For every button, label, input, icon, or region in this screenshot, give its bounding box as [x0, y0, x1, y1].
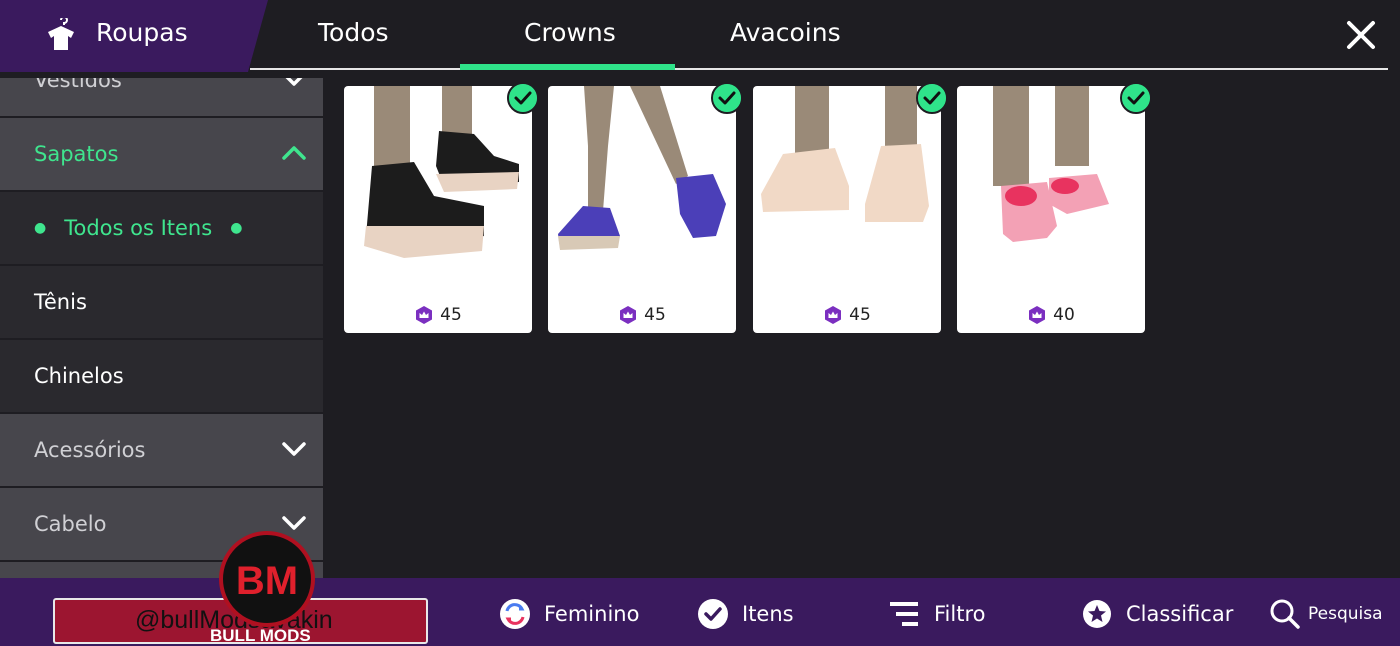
sidebar-item-vestidos[interactable]: Vestidos — [0, 78, 323, 116]
items-label: Itens — [742, 602, 794, 626]
filter-button[interactable]: Filtro — [888, 597, 985, 631]
price-value: 45 — [644, 305, 666, 325]
page-title: Roupas — [96, 18, 188, 47]
owned-check-icon — [1120, 82, 1152, 114]
bull-mods-logo: BM — [219, 531, 315, 627]
sort-label: Classificar — [1126, 602, 1234, 626]
item-card[interactable]: 40 — [957, 86, 1145, 333]
black-white-sneakers-image — [364, 86, 519, 258]
category-sidebar: Vestidos Sapatos ● Todos os Itens ● Têni… — [0, 78, 323, 578]
purple-sneakers-image — [558, 86, 726, 250]
sidebar-subitem-todos-os-itens[interactable]: ● Todos os Itens ● — [0, 192, 323, 264]
shirt-hanger-icon — [48, 18, 74, 50]
bullet-icon: ● — [230, 220, 243, 236]
close-icon[interactable] — [1344, 18, 1378, 52]
sidebar-item-label: Vestidos — [34, 78, 122, 92]
search-button[interactable]: Pesquisa — [1268, 597, 1383, 631]
pink-fur-slides-image — [993, 86, 1109, 242]
sidebar-item-label: Cabelo — [34, 512, 107, 536]
filter-label: Filtro — [934, 602, 986, 626]
tab-todos[interactable]: Todos — [318, 18, 389, 47]
item-card[interactable]: 45 — [753, 86, 941, 333]
crown-currency-icon — [825, 306, 842, 324]
owned-check-icon — [916, 82, 948, 114]
owned-check-icon — [711, 82, 743, 114]
sidebar-item-label: Todos os Itens — [64, 216, 213, 240]
price-value: 40 — [1053, 305, 1075, 325]
item-card[interactable]: 45 — [344, 86, 532, 333]
logo-subtitle: BULL MODS — [210, 626, 311, 645]
bullet-icon: ● — [34, 220, 47, 236]
sort-button[interactable]: Classificar — [1080, 597, 1233, 631]
tab-avacoins[interactable]: Avacoins — [730, 18, 841, 47]
item-price: 45 — [753, 305, 941, 325]
category-brand: Roupas — [0, 0, 268, 72]
swap-gender-icon — [500, 599, 530, 629]
item-card[interactable]: 45 — [548, 86, 736, 333]
crown-currency-icon — [620, 306, 637, 324]
search-label: Pesquisa — [1308, 604, 1383, 624]
price-value: 45 — [849, 305, 871, 325]
gender-label: Feminino — [544, 602, 640, 626]
sort-star-icon — [1083, 600, 1111, 628]
sidebar-item-label: Chinelos — [34, 364, 124, 388]
tab-divider — [250, 68, 1388, 70]
items-button[interactable]: Itens — [696, 597, 794, 631]
sidebar-item-label: Sapatos — [34, 142, 119, 166]
sidebar-subitem-tenis[interactable]: Tênis — [0, 266, 323, 338]
check-circle-icon — [698, 599, 728, 629]
crown-currency-icon — [416, 306, 433, 324]
beige-sneakers-image — [761, 86, 929, 222]
chevron-down-icon — [282, 442, 306, 456]
sidebar-item-acessorios[interactable]: Acessórios — [0, 414, 323, 486]
chevron-down-icon — [285, 78, 303, 86]
tab-crowns[interactable]: Crowns — [524, 18, 616, 47]
item-price: 45 — [344, 305, 532, 325]
owned-check-icon — [507, 82, 539, 114]
svg-text:BM: BM — [236, 559, 298, 603]
gender-toggle-button[interactable]: Feminino — [498, 597, 639, 631]
search-icon — [1270, 599, 1300, 629]
sidebar-item-label: Tênis — [34, 290, 87, 314]
chevron-up-icon — [282, 146, 306, 160]
top-header: Roupas Todos Crowns Avacoins — [0, 0, 1400, 72]
filter-icon — [890, 602, 918, 626]
item-price: 45 — [548, 305, 736, 325]
item-price: 40 — [957, 305, 1145, 325]
crown-currency-icon — [1029, 306, 1046, 324]
price-value: 45 — [440, 305, 462, 325]
sidebar-item-sapatos[interactable]: Sapatos — [0, 118, 323, 190]
sidebar-item-label: Acessórios — [34, 438, 146, 462]
active-tab-indicator — [460, 64, 675, 70]
sidebar-subitem-chinelos[interactable]: Chinelos — [0, 340, 323, 412]
